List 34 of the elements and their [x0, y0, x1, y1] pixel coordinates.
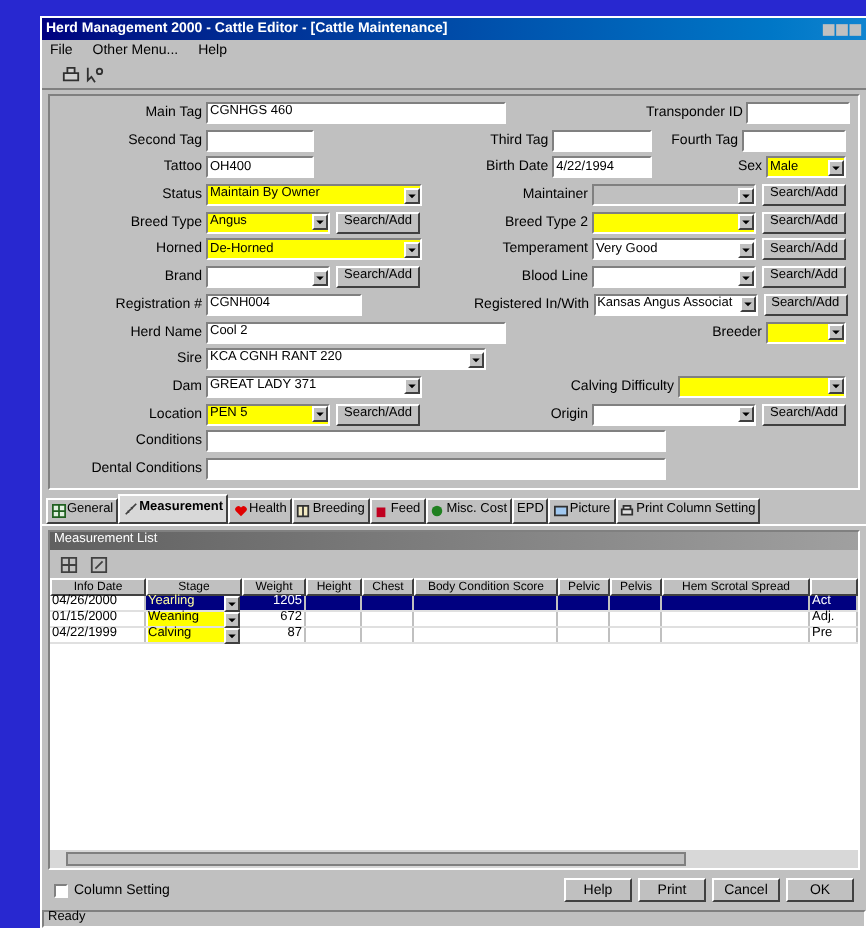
- checkbox[interactable]: [54, 883, 68, 897]
- dropdown-arrow-icon[interactable]: [468, 351, 484, 368]
- printer-icon[interactable]: [62, 65, 80, 83]
- horizontal-scrollbar[interactable]: [50, 850, 858, 868]
- printer-icon: [620, 504, 635, 518]
- ruler-icon: [123, 502, 138, 516]
- dropdown-field[interactable]: [678, 375, 846, 398]
- help-cursor-icon[interactable]: [86, 65, 104, 83]
- book-icon: [296, 504, 311, 518]
- grid-icon: [51, 504, 65, 518]
- dropdown-field[interactable]: [206, 266, 330, 289]
- input-field[interactable]: [206, 430, 666, 453]
- edit-icon[interactable]: [90, 555, 108, 573]
- input-field[interactable]: [552, 129, 653, 152]
- dropdown-arrow-icon[interactable]: [738, 406, 754, 423]
- dropdown-field[interactable]: [592, 266, 756, 289]
- bag-icon: [374, 504, 389, 518]
- dropdown-arrow-icon[interactable]: [312, 269, 328, 286]
- heart-icon: [233, 504, 248, 518]
- picture-icon: [553, 504, 568, 518]
- grid-icon[interactable]: [60, 555, 78, 573]
- coin-icon: [430, 504, 445, 518]
- column-header[interactable]: [810, 578, 858, 596]
- dropdown-field[interactable]: [592, 403, 756, 426]
- dropdown-arrow-icon[interactable]: [738, 269, 754, 286]
- dropdown-field[interactable]: [766, 321, 846, 343]
- input-field[interactable]: [742, 129, 846, 152]
- dropdown-arrow-icon[interactable]: [828, 324, 844, 340]
- dropdown-arrow-icon[interactable]: [312, 406, 328, 423]
- input-field[interactable]: [746, 102, 851, 124]
- input-field[interactable]: [206, 457, 666, 480]
- input-field[interactable]: [206, 129, 314, 152]
- dropdown-arrow-icon[interactable]: [404, 187, 420, 204]
- dropdown-field[interactable]: [592, 211, 756, 234]
